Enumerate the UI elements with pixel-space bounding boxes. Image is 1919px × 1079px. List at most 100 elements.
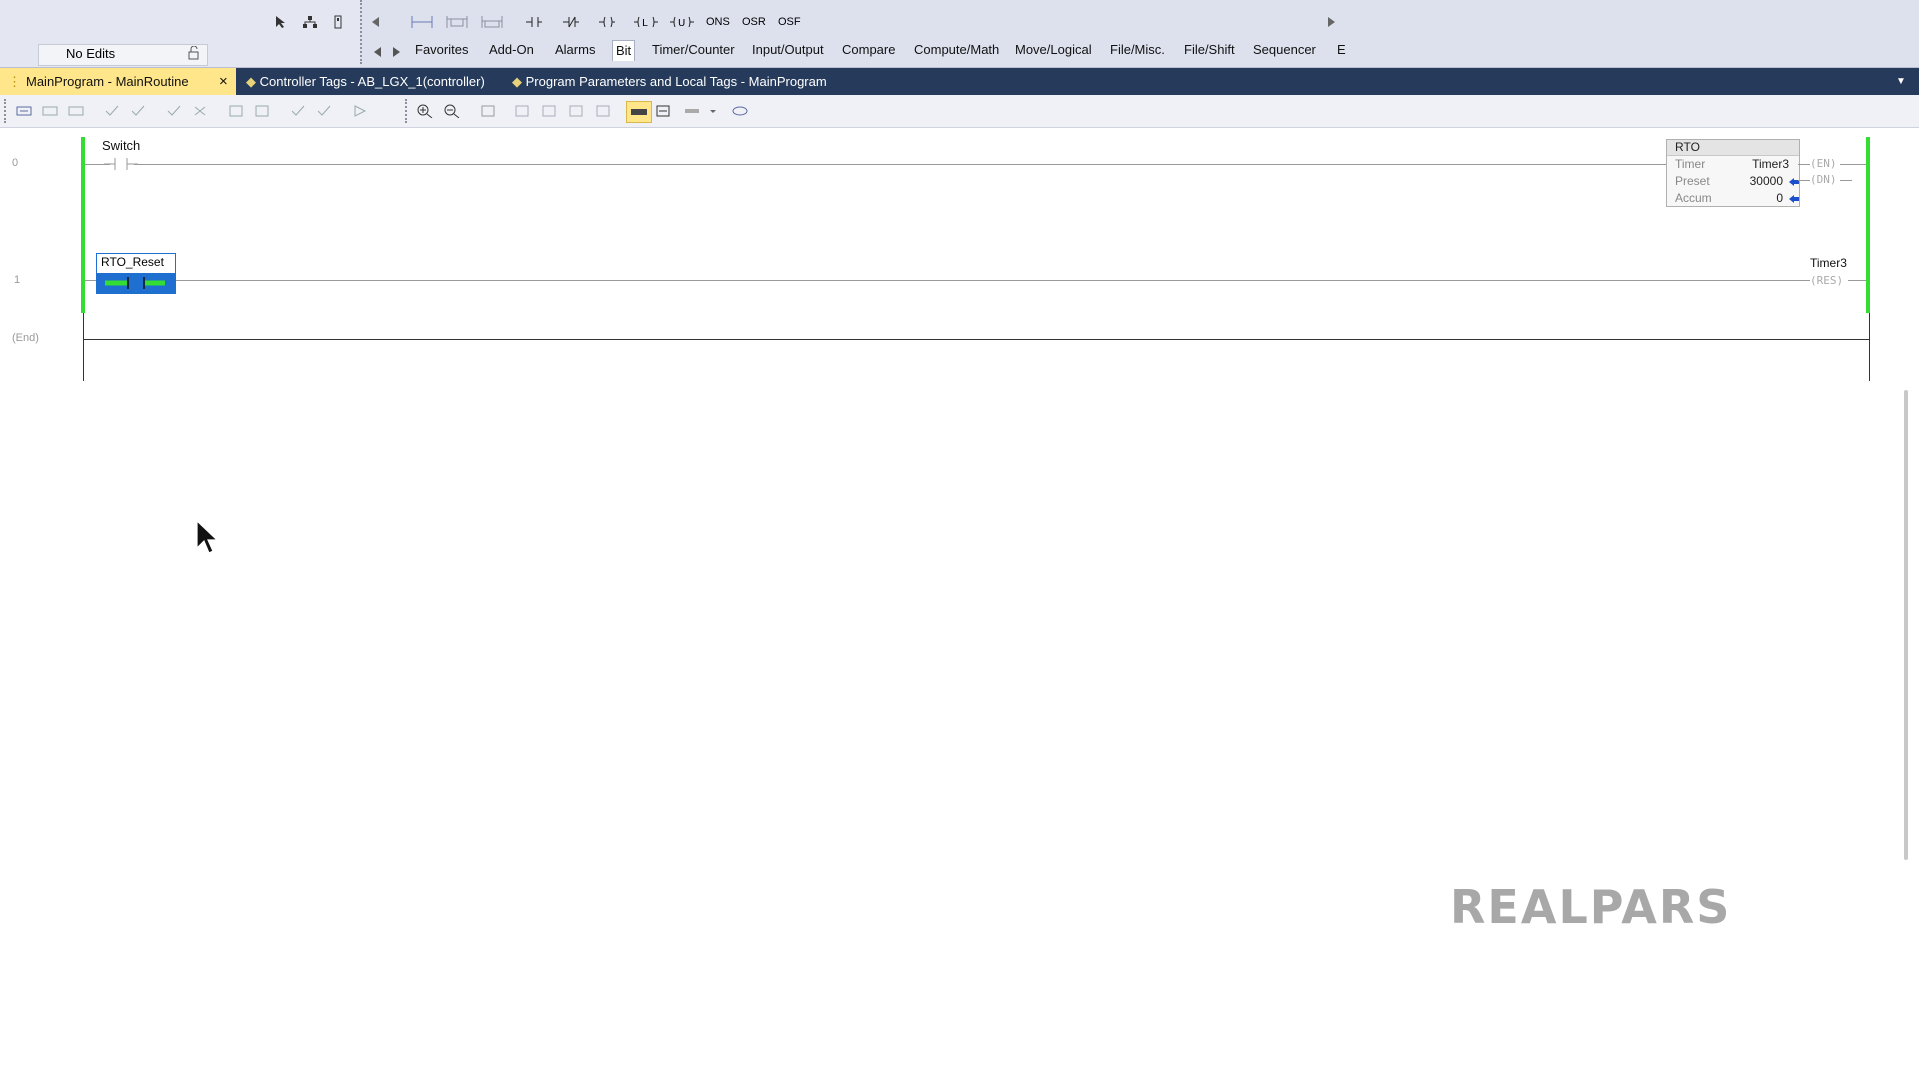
toolbar-grip[interactable] [360,0,366,64]
assemble-edits-icon[interactable] [290,104,308,118]
scroll-right-icon[interactable] [1323,14,1339,30]
otl-latch-icon[interactable]: L [634,14,658,30]
lock-edit-icon[interactable] [186,45,202,61]
category-compute-math[interactable]: Compute/Math [914,42,999,57]
tab-program-parameters[interactable]: ◆ Program Parameters and Local Tags - Ma… [512,68,827,95]
zoom-in-icon[interactable] [416,104,434,118]
add-rung-icon[interactable] [16,104,34,118]
branch-icon[interactable] [446,14,468,30]
osr-button[interactable]: OSR [742,16,766,28]
tab-label: Controller Tags - AB_LGX_1(controller) [259,74,485,89]
rto-reset-contact-selected[interactable]: RTO_Reset [96,253,176,294]
tab-main-routine[interactable]: ⋮ MainProgram - MainRoutine × [0,68,236,95]
accept-edit-icon[interactable] [166,104,184,118]
zoom-out-icon[interactable] [443,104,461,118]
rto-accum-value[interactable]: 0 [1776,191,1783,205]
editor-toolbar-grip[interactable] [4,99,10,123]
scroll-left-icon[interactable] [368,14,384,30]
branch-level-icon[interactable] [481,14,503,30]
category-add-on[interactable]: Add-On [489,42,534,57]
xic-contact-icon [105,277,165,289]
verify-rung-icon[interactable] [104,104,122,118]
display-options-dropdown-icon[interactable] [684,104,720,118]
rung-number: 1 [14,274,21,286]
rto-instruction[interactable]: RTO Timer Timer3 Preset 30000 Accum 0 [1666,139,1800,207]
edits-status-field [38,44,208,66]
category-sequencer[interactable]: Sequencer [1253,42,1316,57]
verify-routine-icon[interactable] [130,104,148,118]
left-rail-end [83,313,84,381]
rto-title: RTO [1675,140,1700,154]
xic-contact-icon[interactable] [526,14,542,30]
rto-en-wire-2 [1840,164,1866,165]
res-coil-tag[interactable]: Timer3 [1810,256,1847,270]
untest-edits-icon[interactable] [254,104,272,118]
grip-icon: ⋮ [8,74,21,89]
svg-text:L: L [642,18,648,29]
ote-coil-icon[interactable] [599,14,615,30]
wire-icon-1[interactable] [514,104,532,118]
editor-toolbar-grip-2[interactable] [405,99,411,123]
category-favorites[interactable]: Favorites [415,42,468,57]
xic-switch-contact[interactable] [104,155,138,173]
tag-icon: ◆ [512,74,522,89]
accum-arrow-icon [1789,195,1799,203]
rto-preset-value[interactable]: 30000 [1750,174,1783,188]
osf-button[interactable]: OSF [778,16,801,28]
swap-display-icon[interactable] [655,104,673,118]
test-edits-icon[interactable] [228,104,246,118]
rto-timer-value[interactable]: Timer3 [1752,157,1789,171]
category-prev-icon[interactable] [370,44,386,60]
ons-button[interactable]: ONS [706,16,730,28]
svg-text:U: U [678,18,685,29]
category-next-icon[interactable] [388,44,404,60]
rto-en-output: (EN) [1810,157,1837,170]
category-input-output[interactable]: Input/Output [752,42,824,57]
tab-overflow-dropdown-icon[interactable]: ▼ [1896,68,1906,95]
wire-icon-4[interactable] [595,104,613,118]
category-file-misc[interactable]: File/Misc. [1110,42,1165,57]
xio-contact-icon[interactable] [563,14,579,30]
insert-branch-icon[interactable] [42,104,60,118]
rto-dn-wire-2 [1840,180,1852,181]
ladder-editor-toolbar [0,95,1919,128]
wire-icon-2[interactable] [541,104,559,118]
category-bit[interactable]: Bit [612,40,636,61]
otu-unlatch-icon[interactable]: U [670,14,694,30]
realpars-watermark: REALPARS [1450,880,1732,934]
rto-preset-label: Preset [1675,174,1710,188]
tag-view-icon[interactable] [731,104,749,118]
rto-en-wire [1798,164,1810,165]
end-label: (End) [12,332,39,344]
category-compare[interactable]: Compare [842,42,895,57]
controller-icon[interactable] [330,14,346,30]
rto-dn-wire [1798,180,1810,181]
res-coil[interactable]: (RES) [1810,274,1843,287]
properties-icon[interactable] [480,104,498,118]
category-timer-counter[interactable]: Timer/Counter [652,42,735,57]
mouse-cursor-icon [196,520,218,554]
close-icon[interactable]: × [219,68,228,95]
finalize-icon[interactable] [352,104,370,118]
switch-tag-label[interactable]: Switch [102,138,140,153]
cancel-edit-icon[interactable] [192,104,210,118]
rung-icon[interactable] [411,14,433,30]
category-overflow[interactable]: E [1337,42,1346,57]
network-tree-icon[interactable] [302,14,318,30]
wire-icon-3[interactable] [568,104,586,118]
category-file-shift[interactable]: File/Shift [1184,42,1235,57]
category-move-logical[interactable]: Move/Logical [1015,42,1092,57]
cancel-pending-icon[interactable] [316,104,334,118]
tab-controller-tags[interactable]: ◆ Controller Tags - AB_LGX_1(controller) [246,68,485,95]
cursor-select-icon[interactable] [273,14,289,30]
rto-accum-label: Accum [1675,191,1712,205]
tab-label: Program Parameters and Local Tags - Main… [525,74,827,89]
show-tag-description-button[interactable] [626,101,652,123]
category-alarms[interactable]: Alarms [555,42,595,57]
text-abcd-icon [631,109,647,115]
rung-0-wire [85,164,1666,165]
insert-instruction-icon[interactable] [68,104,86,118]
vertical-scrollbar[interactable] [1904,390,1908,860]
tag-icon: ◆ [246,74,256,89]
right-rail-end [1869,313,1870,381]
